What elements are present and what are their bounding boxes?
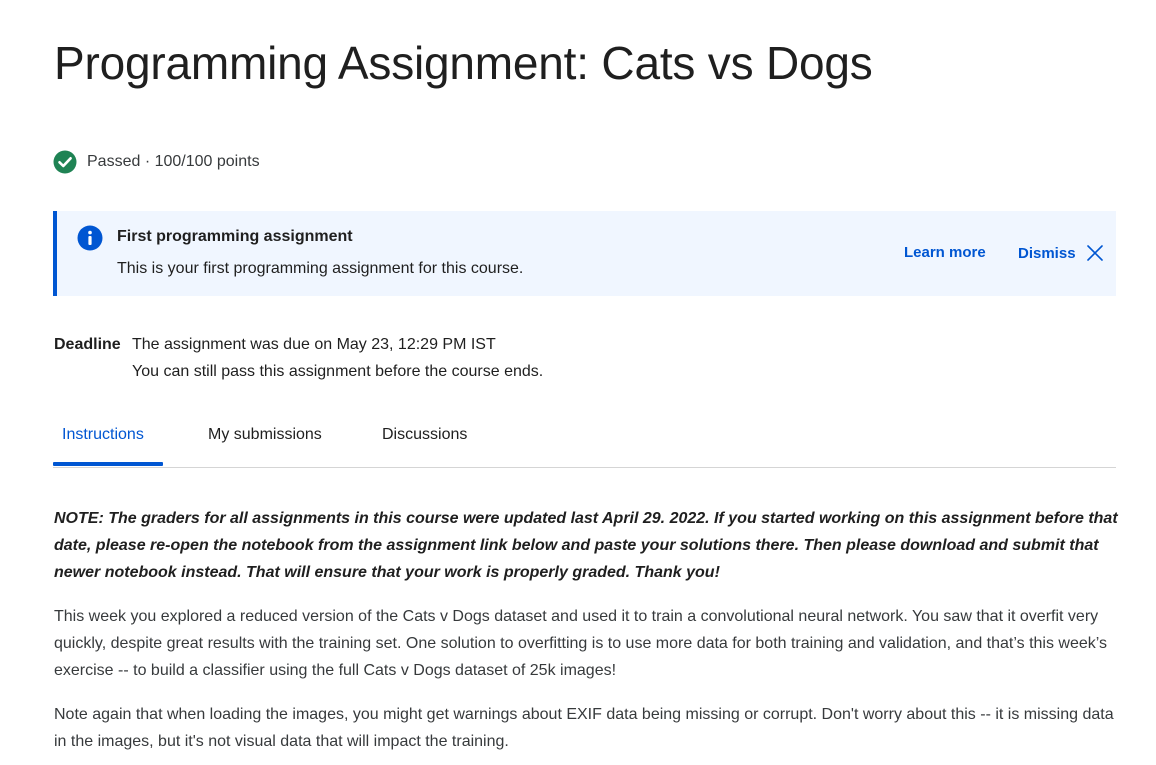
grade-status-text: Passed · 100/100 points	[87, 153, 260, 170]
grade-status: Passed · 100/100 points	[53, 150, 260, 174]
page-title: Programming Assignment: Cats vs Dogs	[54, 37, 873, 89]
dismiss-label: Dismiss	[1018, 244, 1076, 262]
banner-body: This is your first programming assignmen…	[117, 260, 524, 277]
banner-title: First programming assignment	[117, 228, 353, 245]
tab-discussions[interactable]: Discussions	[382, 426, 467, 444]
info-banner: First programming assignment This is you…	[53, 211, 1116, 296]
instructions-paragraph: Note again that when loading the images,…	[54, 706, 1114, 750]
tab-my-submissions[interactable]: My submissions	[208, 426, 322, 444]
learn-more-link[interactable]: Learn more	[904, 244, 986, 261]
deadline-due-text: The assignment was due on May 23, 12:29 …	[132, 336, 496, 353]
active-tab-indicator	[53, 462, 163, 466]
info-icon	[77, 225, 103, 251]
assignment-page: Programming Assignment: Cats vs Dogs Pas…	[0, 0, 1156, 765]
deadline-note-text: You can still pass this assignment befor…	[132, 363, 544, 380]
deadline-label: Deadline	[54, 336, 121, 353]
check-circle-icon	[53, 150, 77, 174]
grader-update-note: NOTE: The graders for all assignments in…	[54, 510, 1118, 581]
instructions-paragraph: This week you explored a reduced version…	[54, 608, 1108, 679]
instructions-content: NOTE: The graders for all assignments in…	[54, 505, 1120, 765]
close-icon	[1086, 244, 1104, 262]
tab-bar: Instructions My submissions Discussions	[53, 408, 1116, 468]
dismiss-button[interactable]: Dismiss	[1018, 244, 1104, 262]
tab-instructions[interactable]: Instructions	[62, 426, 144, 444]
